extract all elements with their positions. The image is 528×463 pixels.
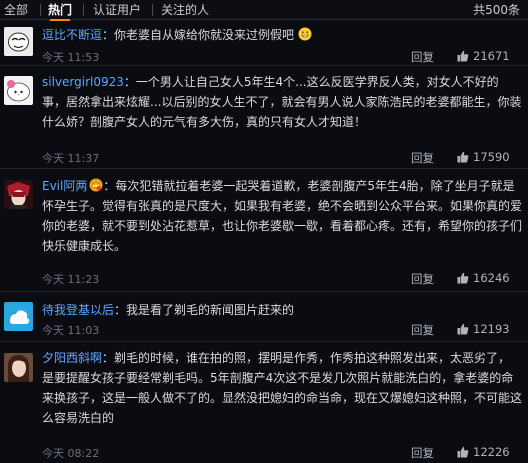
username-link[interactable]: 夕阳西斜啊 (42, 351, 102, 365)
comment-text: Evil阿两 ：每次犯错就拉着老婆一起哭着道歉，老婆剖腹产5年生4胎，除了坐月子… (42, 176, 522, 256)
comment-text: silvergirl0923：一个男人让自己女人5年生4个...这么反医学界反人… (42, 72, 522, 132)
username-link[interactable]: Evil阿两 (42, 179, 87, 193)
avatar-image (4, 27, 33, 56)
like-button[interactable]: 12226 (457, 445, 510, 459)
comment-timestamp: 今天 11:03 (42, 324, 100, 337)
like-count: 12226 (473, 445, 510, 459)
tab-divider (83, 4, 84, 16)
comment-text: 逗比不断逗：你老婆自从嫁给你就没来过例假吧 (42, 25, 522, 45)
separator: ： (102, 351, 115, 365)
avatar[interactable] (4, 353, 33, 382)
like-count: 16246 (473, 271, 510, 285)
separator: ： (103, 179, 116, 193)
like-button[interactable]: 12193 (457, 322, 510, 336)
like-button[interactable]: 17590 (457, 150, 510, 164)
comment-item: 夕阳西斜啊：剃毛的时候，谁在拍的照，摆明是作秀，作秀拍这种照发出来，太恶劣了，是… (0, 342, 528, 463)
avatar[interactable] (4, 302, 33, 331)
grin-emoji-icon (298, 27, 312, 41)
comment-timestamp: 今天 11:53 (42, 51, 100, 64)
tab-following[interactable]: 关注的人 (161, 2, 209, 18)
thumbs-up-icon (457, 446, 469, 458)
comment-content: 我是看了剃毛的新闻图片赶来的 (126, 303, 295, 317)
tab-divider (152, 4, 153, 16)
tab-divider (40, 4, 41, 16)
avatar[interactable] (4, 27, 33, 56)
like-count: 21671 (473, 49, 510, 63)
tab-hot[interactable]: 热门 (48, 2, 72, 21)
username-link[interactable]: silvergirl0923 (42, 75, 124, 89)
comment-content: 你老婆自从嫁给你就没来过例假吧 (114, 28, 295, 42)
reply-button[interactable]: 回复 (411, 322, 434, 338)
avatar[interactable] (4, 76, 33, 105)
avatar-image (4, 180, 33, 209)
comment-item: 逗比不断逗：你老婆自从嫁给你就没来过例假吧 今天 11:53 回复 21671 (0, 21, 528, 66)
reply-button[interactable]: 回复 (411, 445, 434, 461)
thumbs-up-icon (457, 272, 469, 284)
username-link[interactable]: 待我登基以后 (42, 303, 114, 317)
like-count: 17590 (473, 150, 510, 164)
thumbs-up-icon (457, 50, 469, 62)
separator: ： (114, 303, 127, 317)
comment-text: 夕阳西斜啊：剃毛的时候，谁在拍的照，摆明是作秀，作秀拍这种照发出来，太恶劣了，是… (42, 348, 522, 428)
comment-item: 待我登基以后：我是看了剃毛的新闻图片赶来的 今天 11:03 回复 12193 (0, 292, 528, 342)
reply-button[interactable]: 回复 (411, 49, 434, 65)
like-button[interactable]: 16246 (457, 271, 510, 285)
comment-timestamp: 今天 08:22 (42, 447, 100, 460)
thumbs-up-icon (457, 151, 469, 163)
comment-timestamp: 今天 11:37 (42, 152, 100, 165)
tab-all[interactable]: 全部 (4, 2, 28, 18)
reply-button[interactable]: 回复 (411, 271, 434, 287)
comment-count: 共500条 (473, 3, 520, 17)
comment-item: silvergirl0923：一个男人让自己女人5年生4个...这么反医学界反人… (0, 66, 528, 169)
tab-verified-users[interactable]: 认证用户 (93, 2, 141, 18)
like-button[interactable]: 21671 (457, 49, 510, 63)
separator: ： (102, 28, 115, 42)
username-link[interactable]: 逗比不断逗 (42, 28, 102, 42)
comment-content: 剃毛的时候，谁在拍的照，摆明是作秀，作秀拍这种照发出来，太恶劣了，是要提醒女孩子… (42, 351, 523, 425)
avatar[interactable] (4, 180, 33, 209)
reply-button[interactable]: 回复 (411, 150, 434, 166)
crown-badge-icon (89, 178, 103, 192)
comment-timestamp: 今天 11:23 (42, 273, 100, 286)
like-count: 12193 (473, 322, 510, 336)
avatar-image (4, 76, 33, 105)
comment-text: 待我登基以后：我是看了剃毛的新闻图片赶来的 (42, 300, 522, 320)
comment-item: Evil阿两 ：每次犯错就拉着老婆一起哭着道歉，老婆剖腹产5年生4胎，除了坐月子… (0, 169, 528, 292)
comment-filter-tabs: 全部 热门 认证用户 关注的人 共500条 (0, 0, 528, 21)
avatar-image (4, 353, 33, 382)
separator: ： (123, 75, 136, 89)
thumbs-up-icon (457, 323, 469, 335)
avatar-image (4, 302, 33, 331)
